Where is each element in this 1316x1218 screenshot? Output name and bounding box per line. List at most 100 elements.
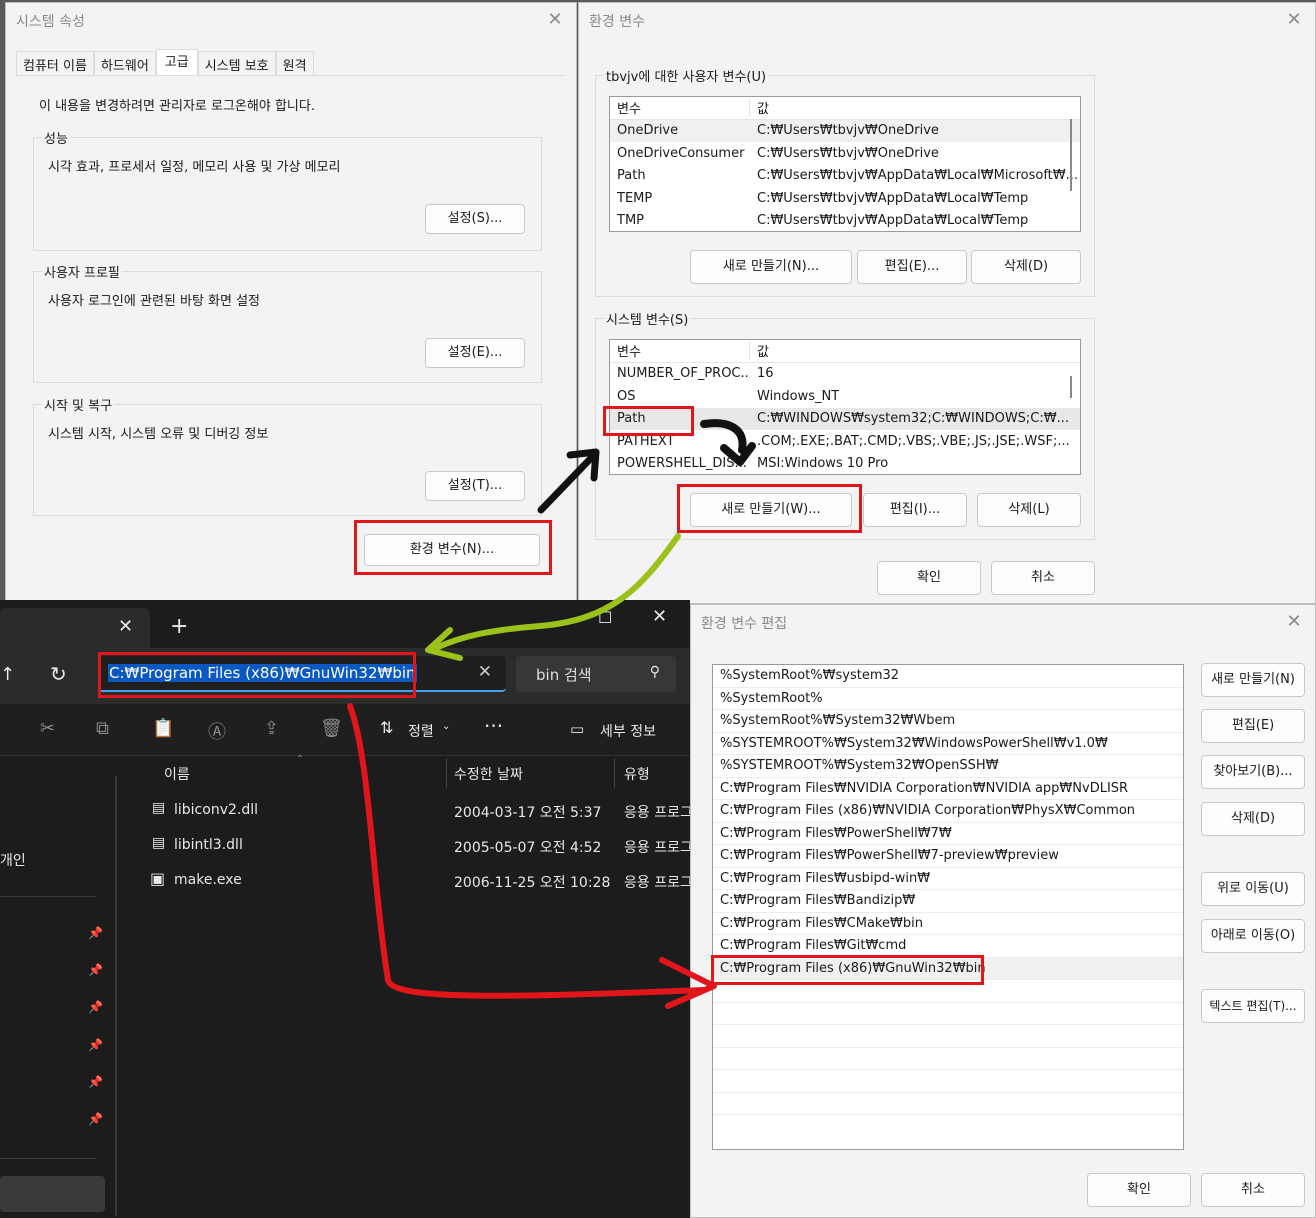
- file-row[interactable]: ▤ libintl3.dll 2005-05-07 오전 4:52 응용 프로그: [128, 831, 693, 861]
- list-row[interactable]: NUMBER_OF_PROC... 16: [610, 363, 1080, 386]
- path-entry[interactable]: %SYSTEMROOT%₩System32₩WindowsPowerShell₩…: [713, 733, 1183, 755]
- close-icon[interactable]: ✕: [1283, 9, 1305, 31]
- list-row[interactable]: OS Windows_NT: [610, 385, 1080, 408]
- tab-remote[interactable]: 원격: [275, 51, 314, 75]
- move-up-button[interactable]: 위로 이동(U): [1201, 872, 1305, 906]
- pin-icon[interactable]: 📌: [88, 1112, 103, 1126]
- tab-system-protection[interactable]: 시스템 보호: [197, 51, 276, 75]
- new-tab-icon[interactable]: +: [170, 614, 188, 639]
- list-row[interactable]: OneDrive C:₩Users₩tbvjv₩OneDrive: [610, 119, 1080, 142]
- empty-row: [713, 1025, 1183, 1048]
- refresh-icon[interactable]: ↻: [50, 662, 67, 686]
- variable-value: 16: [757, 366, 774, 382]
- close-tab-icon[interactable]: ✕: [118, 616, 133, 637]
- column-divider[interactable]: [446, 758, 447, 788]
- system-delete-button[interactable]: 삭제(L): [977, 493, 1081, 527]
- performance-group: 성능 시각 효과, 프로세서 일정, 메모리 사용 및 가상 메모리 설정(S)…: [33, 128, 542, 251]
- tab-computer-name[interactable]: 컴퓨터 이름: [16, 51, 94, 75]
- column-type[interactable]: 유형: [624, 764, 650, 784]
- chevron-down-icon[interactable]: ⌄: [442, 721, 450, 732]
- list-row[interactable]: TEMP C:₩Users₩tbvjv₩AppData₩Local₩Temp: [610, 187, 1080, 210]
- path-entry[interactable]: C:₩Program Files₩usbipd-win₩: [713, 868, 1183, 890]
- close-icon[interactable]: ✕: [1283, 611, 1305, 633]
- move-down-button[interactable]: 아래로 이동(O): [1201, 919, 1305, 953]
- user-variables-list[interactable]: 변수 값 OneDrive C:₩Users₩tbvjv₩OneDrive One…: [609, 96, 1081, 232]
- tab-bar: ✕ + ☐ ✕: [0, 600, 690, 648]
- column-divider[interactable]: [614, 758, 615, 788]
- startup-settings-button[interactable]: 설정(T)...: [425, 471, 525, 501]
- user-edit-button[interactable]: 편집(E)...: [857, 250, 967, 284]
- pin-icon[interactable]: 📌: [88, 1075, 103, 1089]
- path-entry[interactable]: C:₩Program Files₩PowerShell₩7₩: [713, 823, 1183, 845]
- tab-advanced[interactable]: 고급: [155, 49, 198, 75]
- user-new-button[interactable]: 새로 만들기(N)...: [690, 250, 852, 284]
- pin-icon[interactable]: 📌: [88, 1038, 103, 1052]
- close-icon[interactable]: ✕: [544, 9, 566, 31]
- user-delete-button[interactable]: 삭제(D): [971, 250, 1081, 284]
- pin-icon[interactable]: 📌: [88, 1000, 103, 1014]
- system-edit-button[interactable]: 편집(I)...: [863, 493, 967, 527]
- path-entry[interactable]: C:₩Program Files₩Bandizip₩: [713, 890, 1183, 913]
- path-entry[interactable]: C:₩Program Files₩CMake₩bin: [713, 913, 1183, 935]
- path-entry[interactable]: %SYSTEMROOT%₩System32₩OpenSSH₩: [713, 755, 1183, 778]
- browse-button[interactable]: 찾아보기(B)...: [1201, 755, 1305, 789]
- scrollbar[interactable]: [1070, 119, 1072, 191]
- ok-button[interactable]: 확인: [1087, 1173, 1191, 1207]
- column-header-value[interactable]: 값: [750, 341, 769, 360]
- path-list[interactable]: %SystemRoot%₩system32 %SystemRoot% %Syst…: [712, 664, 1184, 1150]
- path-entry[interactable]: %SystemRoot%₩system32: [713, 665, 1183, 688]
- edit-environment-variable-window: 환경 변수 편집 ✕ %SystemRoot%₩system32 %System…: [690, 604, 1316, 1218]
- file-date: 2005-05-07 오전 4:52: [454, 840, 602, 856]
- share-icon[interactable]: ⇪: [264, 718, 279, 739]
- list-row[interactable]: TMP C:₩Users₩tbvjv₩AppData₩Local₩Temp: [610, 210, 1080, 232]
- list-row[interactable]: POWERSHELL_DIS... MSI:Windows 10 Pro: [610, 453, 1080, 475]
- list-row[interactable]: OneDriveConsumer C:₩Users₩tbvjv₩OneDrive: [610, 142, 1080, 165]
- delete-icon[interactable]: 🗑: [320, 718, 343, 739]
- maximize-icon[interactable]: ☐: [598, 608, 612, 627]
- pin-icon[interactable]: 📌: [88, 963, 103, 977]
- path-entry[interactable]: C:₩Program Files₩NVIDIA Corporation₩NVID…: [713, 778, 1183, 800]
- column-date[interactable]: 수정한 날짜: [454, 764, 523, 784]
- search-input[interactable]: bin 검색 ⚲: [516, 656, 676, 692]
- performance-settings-button[interactable]: 설정(S)...: [425, 204, 525, 234]
- list-row[interactable]: Path C:₩Users₩tbvjv₩AppData₩Local₩Microso…: [610, 165, 1080, 188]
- up-arrow-icon[interactable]: ↑: [0, 664, 15, 685]
- scrollbar[interactable]: [1070, 376, 1072, 398]
- group-label: 시작 및 복구: [42, 395, 115, 414]
- clear-icon[interactable]: ✕: [478, 662, 492, 682]
- profile-settings-button[interactable]: 설정(E)...: [425, 338, 525, 368]
- column-name[interactable]: 이름: [164, 764, 190, 784]
- path-entry[interactable]: C:₩Program Files (x86)₩NVIDIA Corporatio…: [713, 800, 1183, 823]
- pin-icon[interactable]: 📌: [88, 926, 103, 940]
- edit-button[interactable]: 편집(E): [1201, 709, 1305, 743]
- new-button[interactable]: 새로 만들기(N): [1201, 663, 1305, 697]
- path-entry[interactable]: C:₩Program Files₩PowerShell₩7-preview₩pr…: [713, 845, 1183, 868]
- path-entry[interactable]: %SystemRoot%₩System32₩Wbem: [713, 710, 1183, 733]
- file-name: make.exe: [174, 872, 242, 888]
- file-type: 응용 프로그: [624, 805, 693, 821]
- details-label[interactable]: 세부 정보: [600, 721, 656, 741]
- file-row[interactable]: ▣ make.exe 2006-11-25 오전 10:28 응용 프로그: [128, 866, 693, 896]
- edit-text-button[interactable]: 텍스트 편집(T)...: [1201, 989, 1305, 1023]
- delete-button[interactable]: 삭제(D): [1201, 802, 1305, 836]
- ok-button[interactable]: 확인: [877, 561, 981, 595]
- cut-icon[interactable]: ✂: [40, 718, 55, 739]
- copy-icon[interactable]: ⧉: [96, 718, 109, 739]
- more-icon[interactable]: ···: [484, 714, 503, 738]
- path-entry[interactable]: %SystemRoot%: [713, 688, 1183, 710]
- tab-hardware[interactable]: 하드웨어: [93, 51, 156, 75]
- details-pane-icon[interactable]: ▭: [570, 720, 584, 738]
- cancel-button[interactable]: 취소: [1201, 1173, 1305, 1207]
- nav-item-personal[interactable]: 개인: [0, 850, 26, 870]
- sort-label[interactable]: 정렬: [408, 721, 434, 741]
- rename-icon[interactable]: Ⓐ: [208, 718, 226, 744]
- column-header-variable[interactable]: 변수: [610, 98, 750, 118]
- file-row[interactable]: ▤ libiconv2.dll 2004-03-17 오전 5:37 응용 프로…: [128, 796, 693, 826]
- close-icon[interactable]: ✕: [652, 606, 667, 627]
- paste-icon[interactable]: 📋: [152, 718, 174, 739]
- sort-icon[interactable]: ⇅: [380, 718, 393, 737]
- nav-item-selected[interactable]: [0, 1176, 105, 1212]
- column-header-variable[interactable]: 변수: [610, 341, 750, 361]
- cancel-button[interactable]: 취소: [991, 561, 1095, 595]
- column-header-value[interactable]: 값: [750, 98, 769, 117]
